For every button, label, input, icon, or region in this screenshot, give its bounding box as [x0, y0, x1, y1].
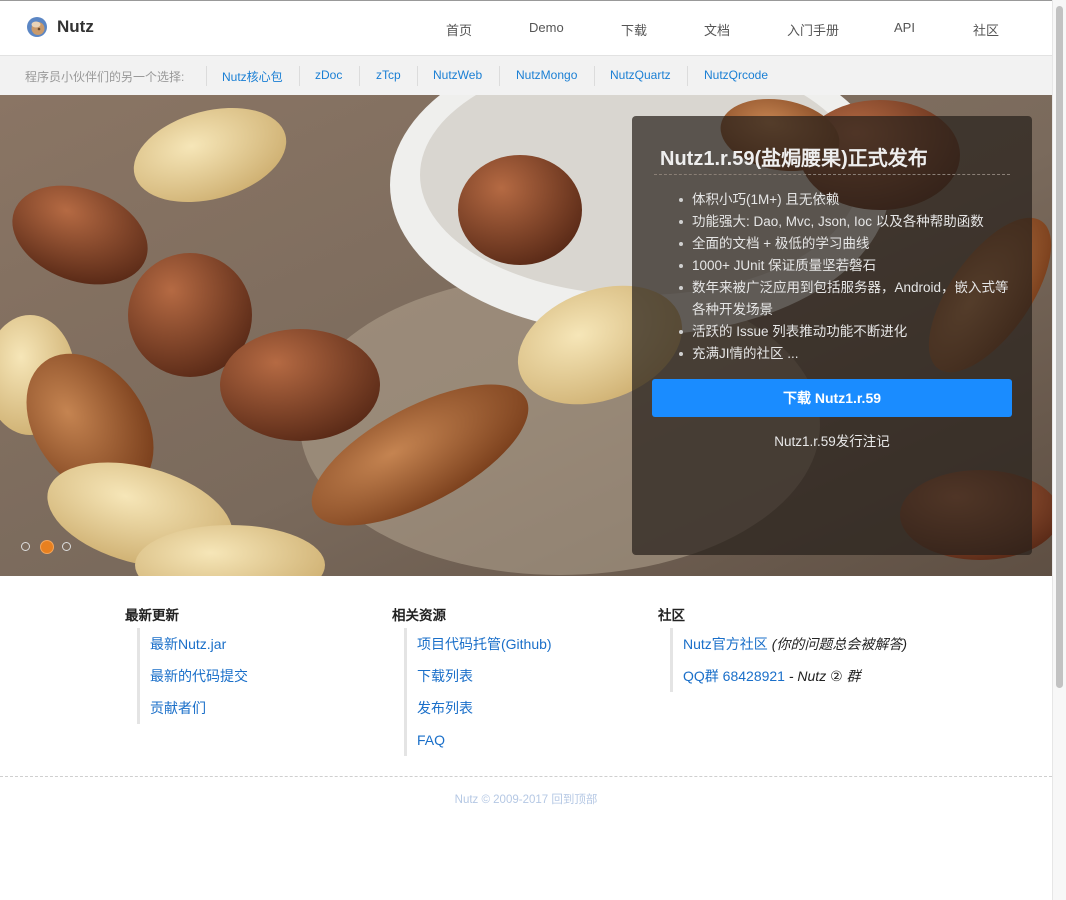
list-item: 项目代码托管(Github) — [417, 628, 552, 660]
top-navbar: Nutz 首页 Demo 下载 文档 入门手册 API 社区 — [0, 0, 1052, 55]
list-item: 贡献者们 — [150, 692, 248, 724]
feature-item: 充满JI情的社区 ... — [679, 343, 1014, 365]
footer-copyright: Nutz © 2009-2017 回到顶部 — [0, 791, 1052, 807]
release-notes-link[interactable]: Nutz1.r.59发行注记 — [632, 430, 1032, 450]
subproject-bar-label: 程序员小伙伴们的另一个选择: — [25, 70, 185, 84]
divider — [687, 66, 688, 86]
feature-item: 1000+ JUnit 保证质量坚若磐石 — [679, 255, 1014, 277]
faq-link[interactable]: FAQ — [417, 732, 445, 748]
feature-item: 体积小巧(1M+) 且无依赖 — [679, 189, 1014, 211]
subproject-link-nutzmongo[interactable]: NutzMongo — [516, 68, 577, 82]
nav-item-demo[interactable]: Demo — [529, 20, 564, 35]
list-item: QQ群 68428921 - Nutz ② 群 — [683, 660, 907, 692]
official-community-link[interactable]: Nutz官方社区 — [683, 636, 768, 652]
slider-dot-3[interactable] — [62, 542, 71, 551]
divider — [299, 66, 300, 86]
divider — [594, 66, 595, 86]
download-button[interactable]: 下载 Nutz1.r.59 — [652, 379, 1012, 417]
scrollbar-thumb[interactable] — [1056, 6, 1063, 688]
list-item: 下载列表 — [417, 660, 552, 692]
list-item: Nutz官方社区 (你的问题总会被解答) — [683, 628, 907, 660]
column-title-latest-updates: 最新更新 — [125, 608, 179, 623]
column-title-community: 社区 — [658, 608, 685, 623]
nav-item-manual[interactable]: 入门手册 — [787, 20, 839, 39]
feature-item: 全面的文档 + 极低的学习曲线 — [679, 233, 1014, 255]
download-list-link[interactable]: 下载列表 — [417, 668, 473, 684]
nav-item-api[interactable]: API — [894, 20, 915, 35]
latest-commits-link[interactable]: 最新的代码提交 — [150, 668, 248, 684]
list-item: 发布列表 — [417, 692, 552, 724]
slider-dot-1[interactable] — [21, 542, 30, 551]
back-to-top-link[interactable]: 回到顶部 — [551, 794, 597, 806]
subproject-bar: 程序员小伙伴们的另一个选择: Nutz核心包 zDoc zTcp NutzWeb… — [0, 55, 1052, 95]
github-link[interactable]: 项目代码托管(Github) — [417, 636, 552, 652]
feature-item: 活跃的 Issue 列表推动功能不断进化 — [679, 321, 1014, 343]
list-item: FAQ — [417, 724, 552, 756]
nav-item-docs[interactable]: 文档 — [704, 20, 730, 39]
vertical-scrollbar[interactable] — [1052, 0, 1066, 900]
slider-dot-2-active[interactable] — [40, 540, 54, 554]
subproject-link-nutzquartz[interactable]: NutzQuartz — [610, 68, 671, 82]
page: Nutz 首页 Demo 下载 文档 入门手册 API 社区 程序员小伙伴们的另… — [0, 0, 1052, 900]
feature-item: 数年来被广泛应用到包括服务器，Android，嵌入式等各种开发场景 — [679, 277, 1014, 321]
subproject-link-ztcp[interactable]: zTcp — [376, 68, 401, 82]
qq-group-note: - Nutz ② 群 — [788, 668, 861, 684]
feature-item: 功能强大: Dao, Mvc, Json, Ioc 以及各种帮助函数 — [679, 211, 1014, 233]
divider — [417, 66, 418, 86]
subproject-link-nutzweb[interactable]: NutzWeb — [433, 68, 482, 82]
resources-list: 项目代码托管(Github) 下载列表 发布列表 FAQ — [404, 628, 552, 756]
list-item: 最新的代码提交 — [150, 660, 248, 692]
release-list-link[interactable]: 发布列表 — [417, 700, 473, 716]
subproject-link-nutzqrcode[interactable]: NutzQrcode — [704, 68, 768, 82]
brand-logo[interactable]: Nutz — [25, 15, 94, 39]
latest-jar-link[interactable]: 最新Nutz.jar — [150, 636, 226, 652]
community-note: (你的问题总会被解答) — [771, 636, 908, 652]
qq-group-link[interactable]: QQ群 68428921 — [683, 668, 785, 684]
list-item: 最新Nutz.jar — [150, 628, 248, 660]
divider — [654, 174, 1010, 175]
nutz-logo-icon — [27, 17, 47, 37]
release-title: Nutz1.r.59(盐焗腰果)正式发布 — [660, 148, 928, 170]
copyright-text: Nutz © 2009-2017 — [454, 794, 549, 806]
nav-item-community[interactable]: 社区 — [973, 20, 999, 39]
column-title-resources: 相关资源 — [392, 608, 446, 623]
subproject-link-nutz-core[interactable]: Nutz核心包 — [222, 68, 283, 85]
nav-item-download[interactable]: 下载 — [621, 20, 647, 39]
divider — [359, 66, 360, 86]
subproject-link-zdoc[interactable]: zDoc — [315, 68, 342, 82]
hero-slider: Nutz1.r.59(盐焗腰果)正式发布 体积小巧(1M+) 且无依赖 功能强大… — [0, 95, 1052, 576]
divider — [206, 66, 207, 86]
brand-name: Nutz — [57, 17, 94, 36]
divider — [499, 66, 500, 86]
community-list: Nutz官方社区 (你的问题总会被解答) QQ群 68428921 - Nutz… — [670, 628, 907, 692]
feature-list: 体积小巧(1M+) 且无依赖 功能强大: Dao, Mvc, Json, Ioc… — [679, 189, 1014, 365]
nav-item-home[interactable]: 首页 — [446, 20, 472, 39]
release-panel: Nutz1.r.59(盐焗腰果)正式发布 体积小巧(1M+) 且无依赖 功能强大… — [632, 116, 1032, 555]
latest-updates-list: 最新Nutz.jar 最新的代码提交 贡献者们 — [137, 628, 248, 724]
contributors-link[interactable]: 贡献者们 — [150, 700, 206, 716]
footer-divider — [0, 776, 1052, 777]
